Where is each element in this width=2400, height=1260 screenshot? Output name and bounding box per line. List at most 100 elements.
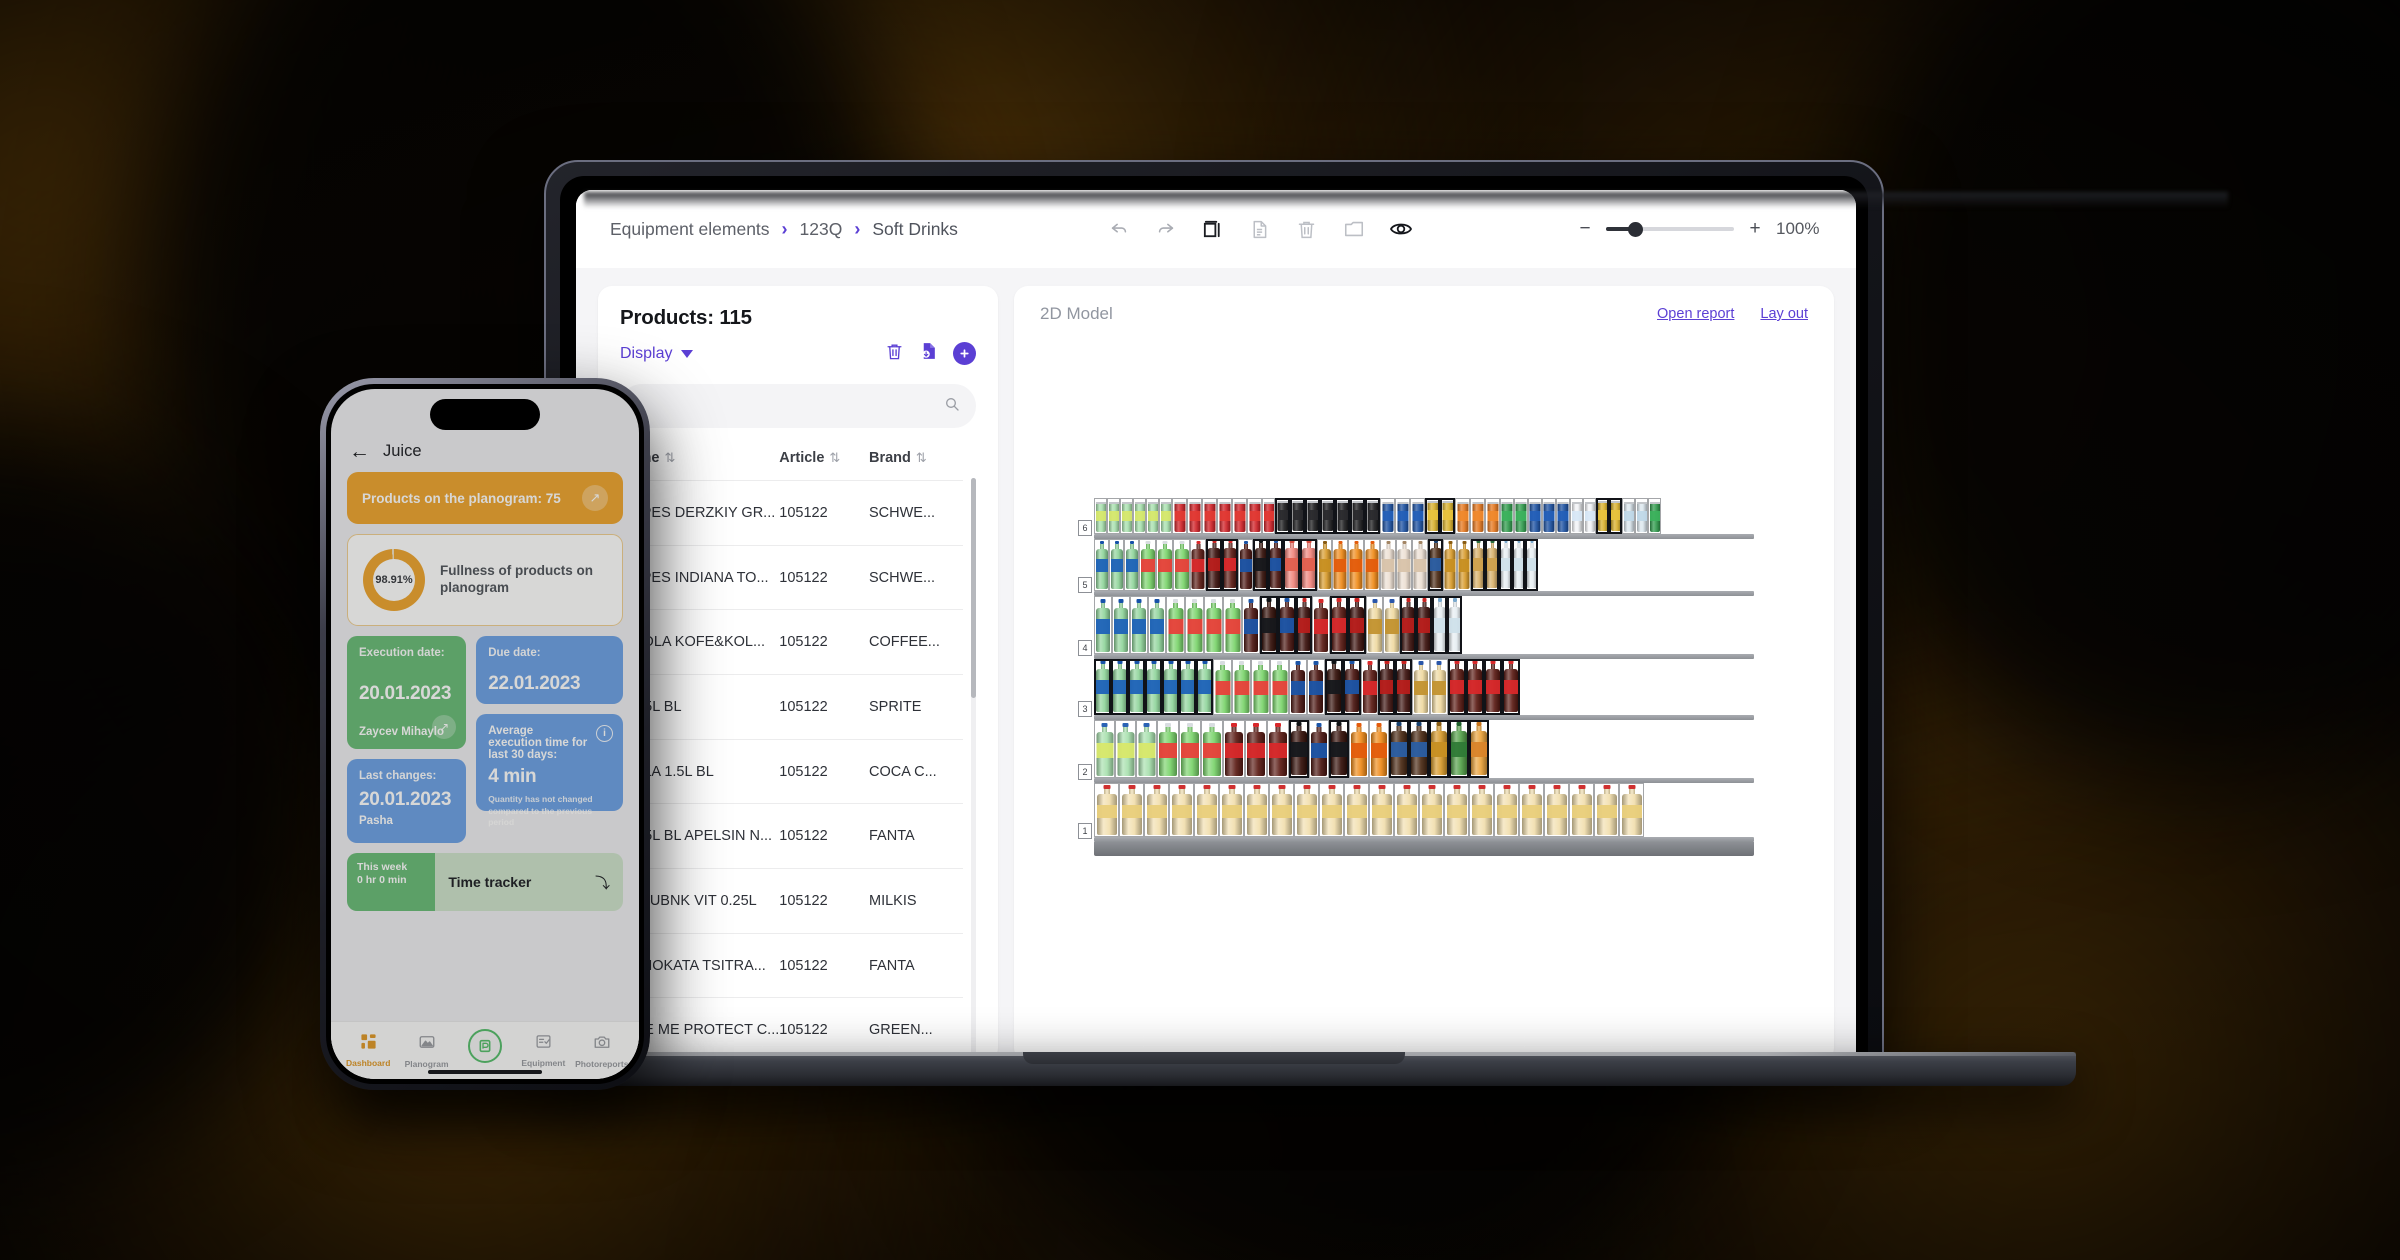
breadcrumb-item-equipment-elements[interactable]: Equipment elements xyxy=(610,219,770,240)
planogram-facing[interactable] xyxy=(1485,539,1499,591)
planogram-canvas[interactable]: 654321 xyxy=(1040,324,1808,1044)
planogram-facing[interactable] xyxy=(1502,659,1520,715)
planogram-facing[interactable] xyxy=(1400,596,1416,654)
tab-dashboard[interactable]: Dashboard xyxy=(339,1033,397,1068)
lay-out-link[interactable]: Lay out xyxy=(1760,306,1808,322)
planogram-facing[interactable] xyxy=(1444,783,1469,837)
planogram-facing[interactable] xyxy=(1112,596,1130,654)
planogram-facing[interactable] xyxy=(1202,498,1217,534)
planogram-facing[interactable] xyxy=(1364,539,1380,591)
table-row[interactable]: ...1.5L BL APELSIN N...105122FANTA xyxy=(620,804,963,869)
sort-icon[interactable]: ⇅ xyxy=(829,450,840,465)
planogram-facing[interactable] xyxy=(1130,596,1148,654)
eye-icon[interactable] xyxy=(1388,216,1414,242)
scrollbar-thumb[interactable] xyxy=(971,478,976,698)
planogram-facing[interactable] xyxy=(1329,720,1349,778)
planogram-facing[interactable] xyxy=(1609,498,1622,534)
export-file-icon[interactable] xyxy=(919,341,938,366)
planogram-facing[interactable] xyxy=(1307,659,1325,715)
planogram-facing[interactable] xyxy=(1349,720,1369,778)
tab-create[interactable] xyxy=(456,1035,514,1066)
planogram-facing[interactable] xyxy=(1223,720,1245,778)
planogram-facing[interactable] xyxy=(1325,659,1343,715)
planogram-facing[interactable] xyxy=(1204,596,1223,654)
planogram-facing[interactable] xyxy=(1133,498,1146,534)
sort-icon[interactable]: ⇅ xyxy=(916,450,927,465)
planogram-facing[interactable] xyxy=(1136,720,1157,778)
planogram-facing[interactable] xyxy=(1290,498,1305,534)
planogram-facing[interactable] xyxy=(1395,498,1410,534)
planogram-facing[interactable] xyxy=(1419,783,1444,837)
planogram-facing[interactable] xyxy=(1283,539,1300,591)
planogram-facing[interactable] xyxy=(1094,596,1112,654)
planogram-facing[interactable] xyxy=(1447,596,1462,654)
planogram-facing[interactable] xyxy=(1428,539,1443,591)
planogram-facing[interactable] xyxy=(1115,720,1136,778)
planogram-facing[interactable] xyxy=(1120,498,1133,534)
planogram-facing[interactable] xyxy=(1619,783,1644,837)
table-row[interactable]: ...SHOKATA TSITRA...105122FANTA xyxy=(620,933,963,998)
planogram-facing[interactable] xyxy=(1485,498,1500,534)
planogram-shelf[interactable]: 2 xyxy=(1094,720,1754,778)
table-row[interactable]: ...ME ME PROTECT C...105122GREEN... xyxy=(620,998,963,1060)
planogram-facing[interactable] xyxy=(1512,539,1525,591)
planogram-facing[interactable] xyxy=(1412,659,1430,715)
redo-icon[interactable] xyxy=(1153,216,1179,242)
info-icon[interactable]: i xyxy=(596,725,613,742)
zoom-slider-handle[interactable] xyxy=(1628,222,1643,237)
tab-planogram[interactable]: Planogram xyxy=(398,1033,456,1069)
planogram-facing[interactable] xyxy=(1389,720,1409,778)
table-row[interactable]: ...PPES DERZKIY GR...105122SCHWE... xyxy=(620,481,963,546)
column-header-article[interactable]: Article⇅ xyxy=(779,438,869,481)
planogram-facing[interactable] xyxy=(1289,720,1309,778)
table-row[interactable]: ...KLUBNK VIT 0.25L105122MILKIS xyxy=(620,869,963,934)
planogram-facing[interactable] xyxy=(1395,659,1412,715)
planogram-facing[interactable] xyxy=(1196,659,1213,715)
zoom-slider[interactable] xyxy=(1606,227,1734,231)
duplicate-icon[interactable] xyxy=(1200,216,1226,242)
planogram-facing[interactable] xyxy=(1305,498,1320,534)
copy-document-icon[interactable] xyxy=(1247,216,1273,242)
planogram-facing[interactable] xyxy=(1448,659,1466,715)
planogram-facing[interactable] xyxy=(1260,596,1278,654)
planogram-facing[interactable] xyxy=(1320,498,1335,534)
logo-p-icon[interactable] xyxy=(468,1029,502,1063)
open-report-link[interactable]: Open report xyxy=(1657,306,1734,322)
folder-icon[interactable] xyxy=(1341,216,1367,242)
planogram-facing[interactable] xyxy=(1278,596,1296,654)
undo-icon[interactable] xyxy=(1106,216,1132,242)
planogram-facing[interactable] xyxy=(1470,498,1485,534)
planogram-facing[interactable] xyxy=(1583,498,1596,534)
planogram-facing[interactable] xyxy=(1124,539,1139,591)
planogram-facing[interactable] xyxy=(1455,498,1470,534)
trash-icon[interactable] xyxy=(885,342,904,366)
planogram-facing[interactable] xyxy=(1157,720,1179,778)
planogram-facing[interactable] xyxy=(1471,539,1485,591)
planogram-facing[interactable] xyxy=(1570,498,1583,534)
planogram-facing[interactable] xyxy=(1344,783,1369,837)
execution-date-card[interactable]: Execution date: 20.01.2023 Zaycev Mihayl… xyxy=(347,636,466,749)
planogram-shelf[interactable]: 4 xyxy=(1094,596,1754,654)
planogram-facing[interactable] xyxy=(1166,596,1185,654)
planogram-facing[interactable] xyxy=(1369,783,1394,837)
planogram-facing[interactable] xyxy=(1238,539,1253,591)
arrow-up-right-icon[interactable]: ↗ xyxy=(432,715,456,739)
planogram-facing[interactable] xyxy=(1206,539,1222,591)
planogram-facing[interactable] xyxy=(1440,498,1455,534)
planogram-facing[interactable] xyxy=(1469,783,1494,837)
planogram-facing[interactable] xyxy=(1201,720,1223,778)
planogram-facing[interactable] xyxy=(1289,659,1307,715)
planogram-facing[interactable] xyxy=(1594,783,1619,837)
planogram-facing[interactable] xyxy=(1396,539,1412,591)
planogram-facing[interactable] xyxy=(1466,659,1484,715)
planogram-facing[interactable] xyxy=(1350,498,1365,534)
planogram-facing[interactable] xyxy=(1251,659,1270,715)
planogram-facing[interactable] xyxy=(1365,498,1380,534)
planogram-facing[interactable] xyxy=(1622,498,1635,534)
planogram-facing[interactable] xyxy=(1294,783,1319,837)
planogram-facing[interactable] xyxy=(1185,596,1204,654)
planogram-facing[interactable] xyxy=(1394,783,1419,837)
sort-icon[interactable]: ⇅ xyxy=(665,450,676,465)
planogram-facing[interactable] xyxy=(1380,539,1396,591)
planogram-facing[interactable] xyxy=(1262,498,1275,534)
